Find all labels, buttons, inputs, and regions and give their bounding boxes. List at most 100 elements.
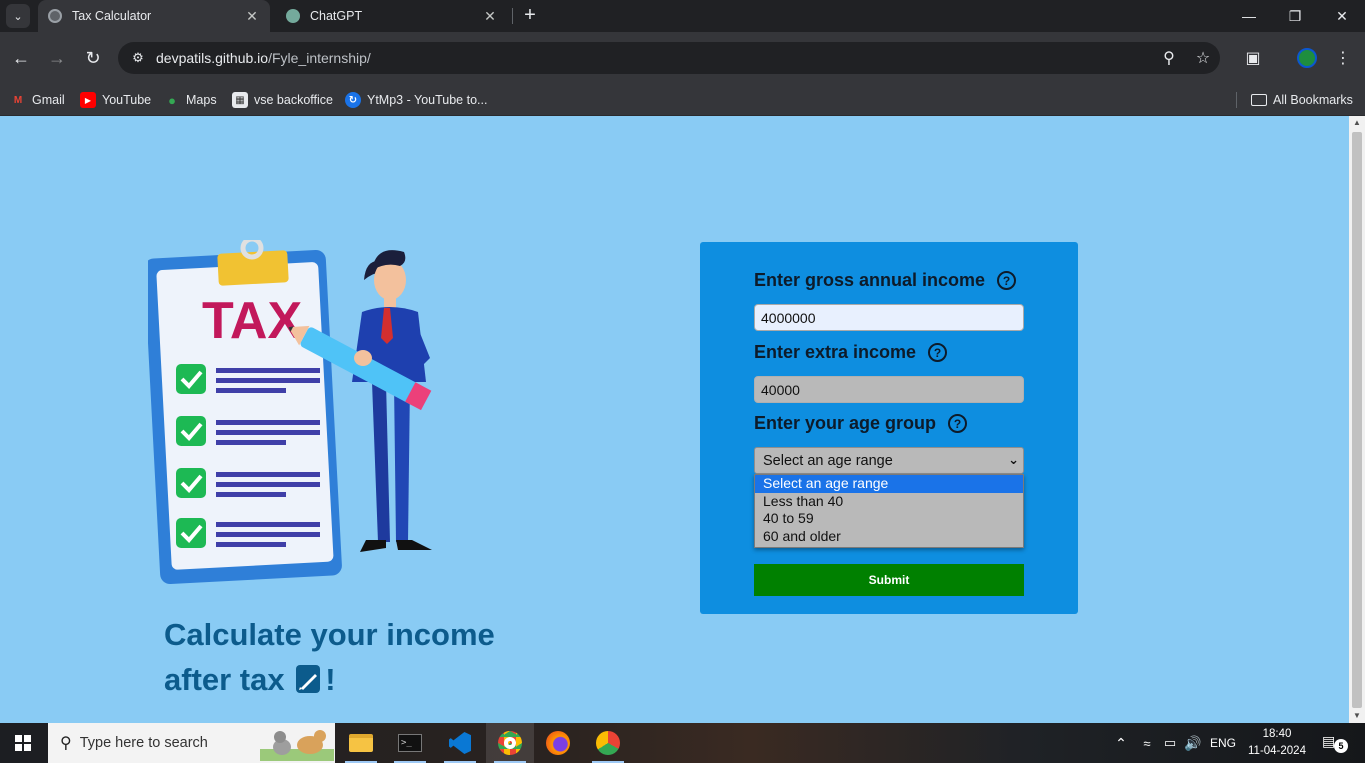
star-icon: ☆ [1195, 50, 1211, 67]
all-bookmarks-button[interactable]: All Bookmarks [1251, 90, 1353, 110]
taskbar-search-box[interactable]: ⚲ Type here to search [48, 723, 335, 763]
submit-button[interactable]: Submit [754, 564, 1024, 596]
new-tab-button[interactable]: + [518, 4, 542, 28]
restore-icon: ❐ [1288, 7, 1302, 24]
tab-chatgpt[interactable]: ChatGPT ✕ [276, 0, 508, 32]
bookmark-ytmp3[interactable]: ↻ YtMp3 - YouTube to... [345, 90, 487, 110]
bookmark-vse-backoffice[interactable]: ▦ vse backoffice [232, 90, 333, 110]
vse-icon: ▦ [232, 92, 248, 108]
puzzle-icon: ▣ [1245, 50, 1261, 67]
chevron-down-icon: ⌄ [1008, 452, 1019, 467]
close-tab-icon[interactable]: ✕ [482, 8, 498, 25]
profile-button[interactable] [1294, 45, 1320, 71]
page-scrollbar[interactable]: ▲ ▼ [1349, 116, 1365, 723]
gross-income-value: 4000000 [761, 309, 816, 326]
help-icon[interactable]: ? [948, 414, 968, 433]
tab-title: Tax Calculator [72, 9, 152, 23]
forward-button[interactable]: → [44, 45, 70, 71]
scrollbar-thumb[interactable] [1352, 132, 1362, 708]
page-headline: Calculate your income after tax ! [164, 612, 584, 702]
search-icon: ⚲ [60, 735, 72, 752]
notification-count-badge: 5 [1334, 739, 1348, 753]
folder-icon [349, 734, 373, 752]
help-icon[interactable]: ? [928, 343, 948, 362]
maps-pin-icon: ● [168, 92, 176, 108]
headline-text: after tax [164, 662, 285, 697]
tab-search-button[interactable]: ⌄ [6, 4, 30, 28]
taskbar-firefox[interactable] [534, 723, 582, 763]
zoom-button[interactable]: ⚲ [1156, 45, 1182, 71]
network-icon[interactable]: ≈ [1136, 723, 1158, 763]
arrow-right-icon: → [48, 47, 66, 68]
url-domain: devpatils.github.io [156, 50, 269, 66]
start-button[interactable] [0, 723, 46, 763]
extensions-button[interactable]: ▣ [1240, 45, 1266, 71]
age-group-label: Enter your age group [754, 413, 937, 433]
address-bar[interactable]: ⚙ devpatils.github.io/Fyle_internship/ ⚲… [118, 42, 1220, 74]
battery-icon[interactable]: ▭ [1159, 723, 1181, 763]
taskbar-file-explorer[interactable] [337, 723, 385, 763]
taskbar-chrome[interactable] [486, 723, 534, 763]
restore-button[interactable]: ❐ [1272, 0, 1318, 32]
svg-text:TAX: TAX [202, 292, 302, 350]
extra-income-input[interactable]: 40000 [754, 376, 1024, 403]
taskbar-vscode[interactable] [436, 723, 484, 763]
site-settings-icon[interactable]: ⚙ [128, 50, 148, 66]
headline-exclamation: ! [325, 662, 336, 697]
clock-time: 18:40 [1262, 728, 1292, 740]
volume-icon[interactable]: 🔊 [1182, 723, 1204, 763]
taskbar-chrome-profile[interactable] [584, 723, 632, 763]
language-indicator[interactable]: ENG [1206, 723, 1240, 763]
bookmark-label: YouTube [102, 93, 152, 107]
extra-income-label-row: Enter extra income ? [754, 342, 948, 363]
age-group-label-row: Enter your age group ? [754, 413, 968, 434]
show-hidden-icons-button[interactable]: ⌃ [1110, 723, 1132, 763]
reload-icon: ↻ [85, 47, 101, 68]
globe-icon [48, 9, 62, 23]
tax-illustration: TAX [148, 240, 432, 585]
scroll-up-arrow-icon[interactable]: ▲ [1349, 116, 1365, 130]
age-group-selected-value: Select an age range [763, 452, 893, 469]
age-option[interactable]: Select an age range [755, 475, 1023, 493]
system-clock[interactable]: 18:40 11-04-2024 [1244, 726, 1310, 760]
menu-button[interactable]: ⋮ [1330, 45, 1356, 71]
reload-button[interactable]: ↻ [80, 45, 106, 71]
plus-icon: + [524, 4, 536, 26]
help-icon[interactable]: ? [997, 271, 1017, 290]
magnifier-icon: ⚲ [1163, 50, 1175, 67]
browser-tab-strip: ⌄ Tax Calculator ✕ ChatGPT ✕ + — ❐ ✕ [0, 0, 1365, 32]
clock-date: 11-04-2024 [1248, 745, 1306, 757]
age-group-select[interactable]: Select an age range ⌄ [754, 447, 1024, 474]
chevron-up-icon: ⌃ [1115, 734, 1127, 751]
age-option[interactable]: Less than 40 [755, 493, 1023, 511]
folder-icon [1251, 94, 1267, 106]
browser-toolbar: ← → ↻ ⚙ devpatils.github.io/Fyle_interns… [0, 32, 1365, 84]
bookmark-maps[interactable]: ● Maps [164, 90, 217, 110]
ytmp3-icon: ↻ [345, 92, 361, 108]
chrome-icon [498, 731, 522, 755]
search-placeholder: Type here to search [79, 735, 208, 751]
tax-form-card: Enter gross annual income ? 4000000 Ente… [700, 242, 1078, 614]
tab-title: ChatGPT [310, 9, 363, 23]
age-option[interactable]: 40 to 59 [755, 510, 1023, 528]
taskbar-terminal[interactable]: >_ [386, 723, 434, 763]
bookmark-youtube[interactable]: ▶ YouTube [80, 90, 151, 110]
bookmark-star-button[interactable]: ☆ [1190, 45, 1216, 71]
age-option[interactable]: 60 and older [755, 528, 1023, 546]
tab-tax-calculator[interactable]: Tax Calculator ✕ [38, 0, 270, 32]
firefox-icon [546, 731, 570, 755]
youtube-icon: ▶ [80, 92, 96, 108]
bookmark-gmail[interactable]: M Gmail [10, 90, 65, 110]
minimize-button[interactable]: — [1226, 0, 1272, 32]
bookmark-label: vse backoffice [254, 93, 333, 107]
close-window-button[interactable]: ✕ [1319, 0, 1365, 32]
chatgpt-icon [286, 9, 300, 23]
close-icon: ✕ [1336, 7, 1348, 24]
gross-income-input[interactable]: 4000000 [754, 304, 1024, 331]
bookmark-label: YtMp3 - YouTube to... [367, 93, 488, 107]
all-bookmarks-label: All Bookmarks [1273, 93, 1353, 107]
close-tab-icon[interactable]: ✕ [244, 8, 260, 25]
back-button[interactable]: ← [8, 45, 34, 71]
scroll-down-arrow-icon[interactable]: ▼ [1349, 709, 1365, 723]
tab-divider [512, 8, 513, 24]
